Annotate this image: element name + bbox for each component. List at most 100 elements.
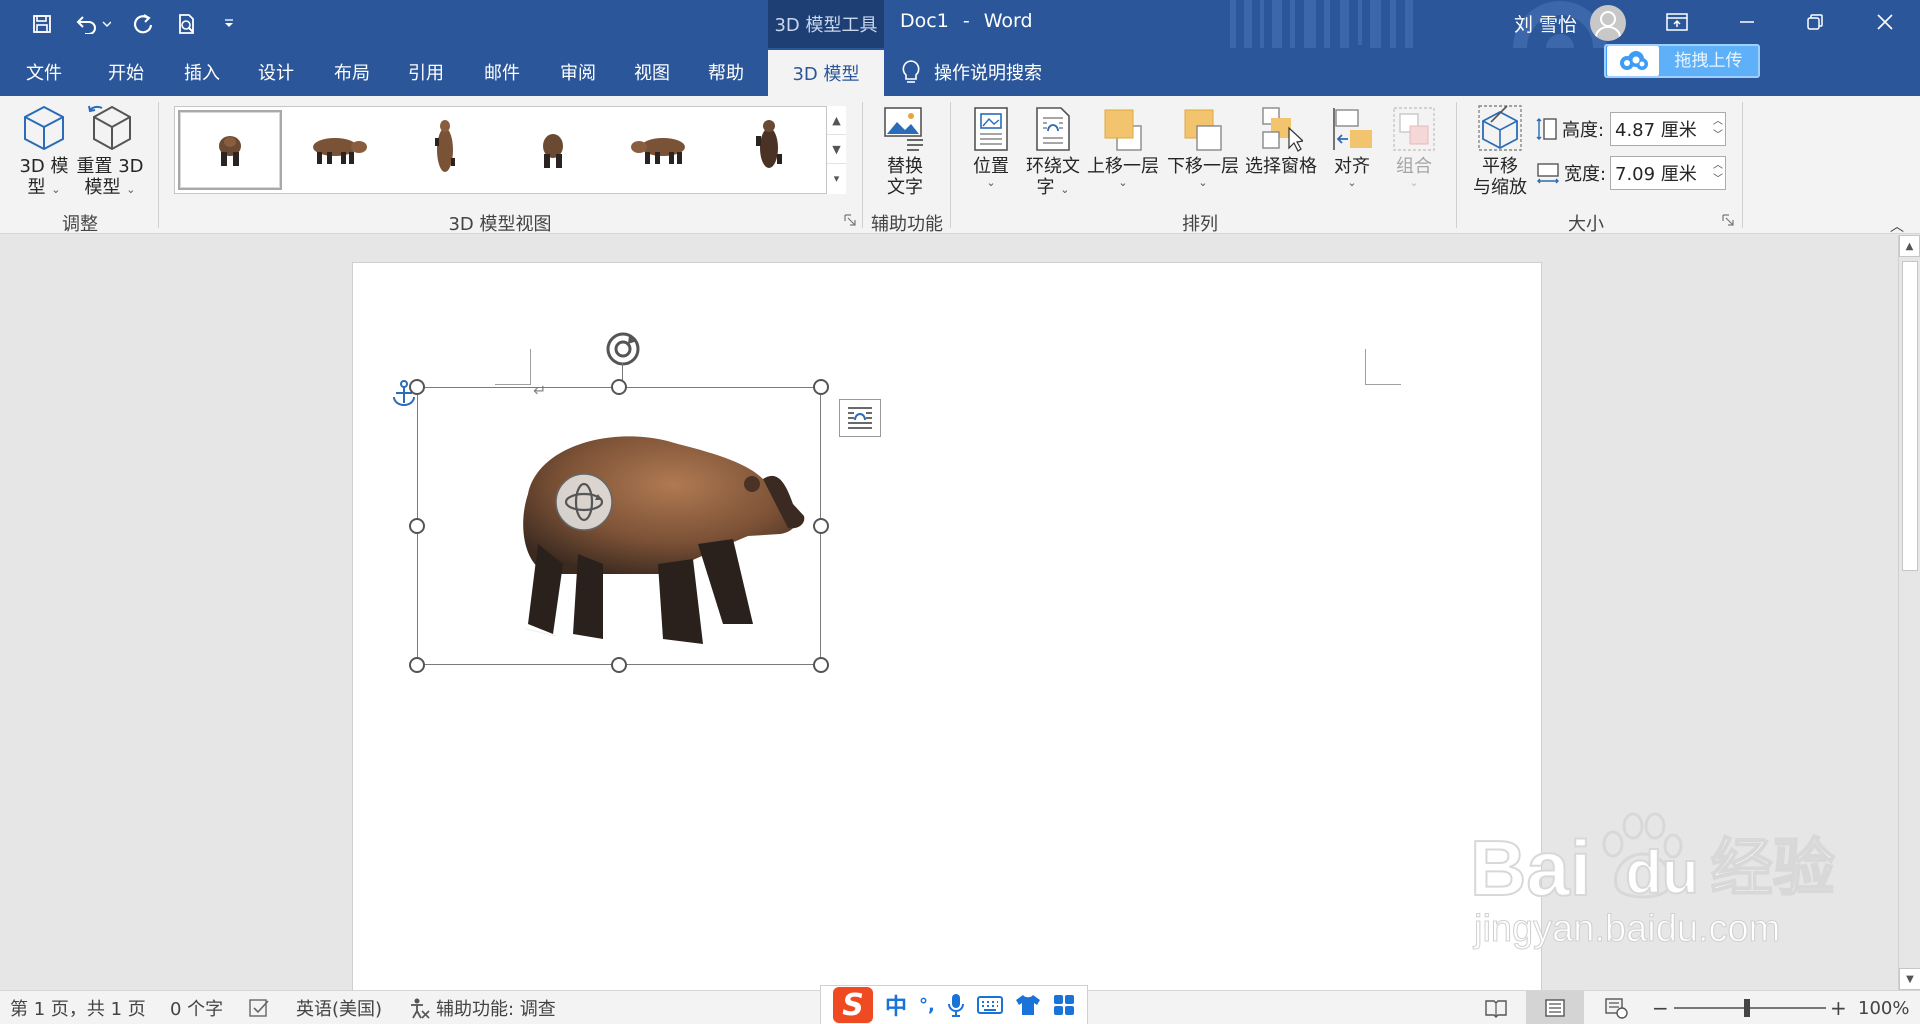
restore-icon[interactable]: [1782, 0, 1848, 44]
height-input[interactable]: 4.87 厘米 ︿ ﹀: [1610, 112, 1726, 146]
dialog-launcher-icon[interactable]: [844, 214, 856, 226]
zoom-slider-thumb[interactable]: [1744, 999, 1750, 1017]
tell-me-search[interactable]: 操作说明搜索: [900, 48, 1042, 96]
tab-review[interactable]: 审阅: [542, 48, 614, 96]
alt-text-button[interactable]: 替换 文字: [874, 102, 936, 198]
resize-handle-top[interactable]: [611, 379, 627, 395]
scroll-down-icon[interactable]: ▼: [1899, 968, 1920, 990]
gallery-up-icon[interactable]: ▲: [827, 106, 846, 135]
resize-handle-bottom-left[interactable]: [409, 657, 425, 673]
resize-handle-bottom-right[interactable]: [813, 657, 829, 673]
document-page[interactable]: ↵: [352, 262, 1542, 990]
height-up-icon[interactable]: ︿: [1709, 115, 1723, 129]
width-input[interactable]: 7.09 厘米 ︿ ﹀: [1610, 156, 1726, 190]
reset-3d-model-button[interactable]: 重置 3D 模型 ⌄: [74, 102, 146, 198]
zoom-out-button[interactable]: −: [1652, 991, 1669, 1024]
group-label-3d-views: 3D 模型视图: [448, 214, 552, 235]
tab-insert[interactable]: 插入: [166, 48, 238, 96]
3d-model-selection[interactable]: [417, 387, 821, 665]
print-layout-button[interactable]: [1526, 991, 1584, 1024]
zoom-level[interactable]: 100%: [1858, 991, 1909, 1024]
bear-3d-model[interactable]: [508, 424, 808, 656]
dialog-launcher-icon[interactable]: [1722, 214, 1734, 226]
accessibility-status[interactable]: 辅助功能: 调查: [408, 991, 556, 1024]
width-down-icon[interactable]: ﹀: [1709, 173, 1723, 187]
chevron-down-icon: ⌄: [126, 183, 136, 196]
sogou-logo-icon[interactable]: S: [833, 987, 873, 1023]
group-button[interactable]: 组合 ⌄: [1384, 102, 1444, 189]
view-back[interactable]: [501, 110, 605, 190]
language[interactable]: 英语(美国): [296, 991, 382, 1024]
resize-handle-left[interactable]: [409, 518, 425, 534]
tab-view[interactable]: 视图: [616, 48, 688, 96]
read-mode-button[interactable]: [1484, 991, 1508, 1024]
user-name[interactable]: 刘 雪怡: [1514, 10, 1577, 37]
word-count[interactable]: 0 个字: [170, 991, 223, 1024]
resize-handle-top-right[interactable]: [813, 379, 829, 395]
resize-handle-bottom[interactable]: [611, 657, 627, 673]
send-backward-button[interactable]: 下移一层 ⌄: [1166, 102, 1240, 189]
view-side[interactable]: [285, 110, 389, 190]
upload-button[interactable]: 拖拽上传: [1604, 44, 1760, 78]
tab-file[interactable]: 文件: [8, 48, 80, 96]
3d-views-gallery[interactable]: [174, 106, 846, 194]
save-icon[interactable]: [24, 8, 60, 40]
view-front[interactable]: [178, 110, 282, 190]
height-down-icon[interactable]: ﹀: [1709, 129, 1723, 143]
rotate-handle-icon[interactable]: [603, 329, 643, 369]
tab-design[interactable]: 设计: [240, 48, 312, 96]
height-label: 高度:: [1562, 120, 1605, 141]
3d-model-button[interactable]: 3D 模 型 ⌄: [12, 102, 76, 198]
bring-forward-button[interactable]: 上移一层 ⌄: [1086, 102, 1160, 189]
ribbon-display-options-icon[interactable]: [1644, 0, 1710, 44]
keyboard-icon[interactable]: [976, 995, 1003, 1015]
customize-toolbar-icon[interactable]: [214, 8, 244, 40]
3d-rotate-control-icon[interactable]: [554, 472, 614, 532]
skin-shirt-icon[interactable]: [1015, 994, 1041, 1016]
selection-pane-button[interactable]: 选择窗格: [1244, 102, 1318, 177]
user-avatar[interactable]: [1590, 5, 1626, 41]
tab-home[interactable]: 开始: [90, 48, 162, 96]
layout-options-button[interactable]: [839, 399, 881, 437]
vertical-scrollbar[interactable]: ▲ ▼: [1898, 235, 1920, 990]
position-button[interactable]: 位置 ⌄: [962, 102, 1020, 189]
ime-mode[interactable]: 中: [885, 989, 907, 1021]
close-icon[interactable]: [1852, 0, 1918, 44]
tell-me-label: 操作说明搜索: [934, 63, 1042, 84]
zoom-in-button[interactable]: +: [1830, 991, 1847, 1024]
wrap-text-button[interactable]: 环绕文 字 ⌄: [1022, 102, 1084, 198]
microphone-icon[interactable]: [947, 993, 965, 1017]
align-icon: [1333, 108, 1372, 150]
zoom-slider[interactable]: [1674, 1007, 1826, 1009]
minimize-icon[interactable]: [1714, 0, 1780, 44]
tab-mailings[interactable]: 邮件: [466, 48, 538, 96]
proofing-status[interactable]: [248, 991, 270, 1024]
resize-handle-top-left[interactable]: [409, 379, 425, 395]
ime-punctuation[interactable]: °,: [919, 995, 935, 1016]
gallery-down-icon[interactable]: ▼: [827, 135, 846, 164]
web-layout-button[interactable]: [1604, 991, 1628, 1024]
accessibility-icon: [411, 998, 430, 1019]
scroll-up-icon[interactable]: ▲: [1899, 235, 1920, 257]
tab-help[interactable]: 帮助: [690, 48, 762, 96]
scroll-thumb[interactable]: [1902, 261, 1918, 571]
align-button[interactable]: 对齐 ⌄: [1322, 102, 1382, 189]
gallery-more-icon[interactable]: ▾: [827, 164, 846, 193]
view-top[interactable]: [393, 110, 497, 190]
view-side-right[interactable]: [609, 110, 713, 190]
pan-zoom-button[interactable]: 平移 与缩放: [1466, 102, 1534, 198]
undo-icon[interactable]: [68, 8, 118, 40]
width-up-icon[interactable]: ︿: [1709, 159, 1723, 173]
group-label-accessibility: 辅助功能: [871, 214, 943, 235]
page-info[interactable]: 第 1 页，共 1 页: [10, 991, 146, 1024]
tab-3d-model[interactable]: 3D 模型: [768, 50, 884, 96]
redo-icon[interactable]: [126, 8, 160, 40]
toolbox-grid-icon[interactable]: [1053, 994, 1075, 1016]
tab-references[interactable]: 引用: [390, 48, 462, 96]
collapse-ribbon-icon[interactable]: ︿: [1890, 216, 1904, 236]
tab-layout[interactable]: 布局: [316, 48, 388, 96]
view-angled[interactable]: [717, 110, 821, 190]
document-area[interactable]: ↵: [0, 235, 1898, 990]
print-preview-icon[interactable]: [170, 8, 204, 40]
resize-handle-right[interactable]: [813, 518, 829, 534]
